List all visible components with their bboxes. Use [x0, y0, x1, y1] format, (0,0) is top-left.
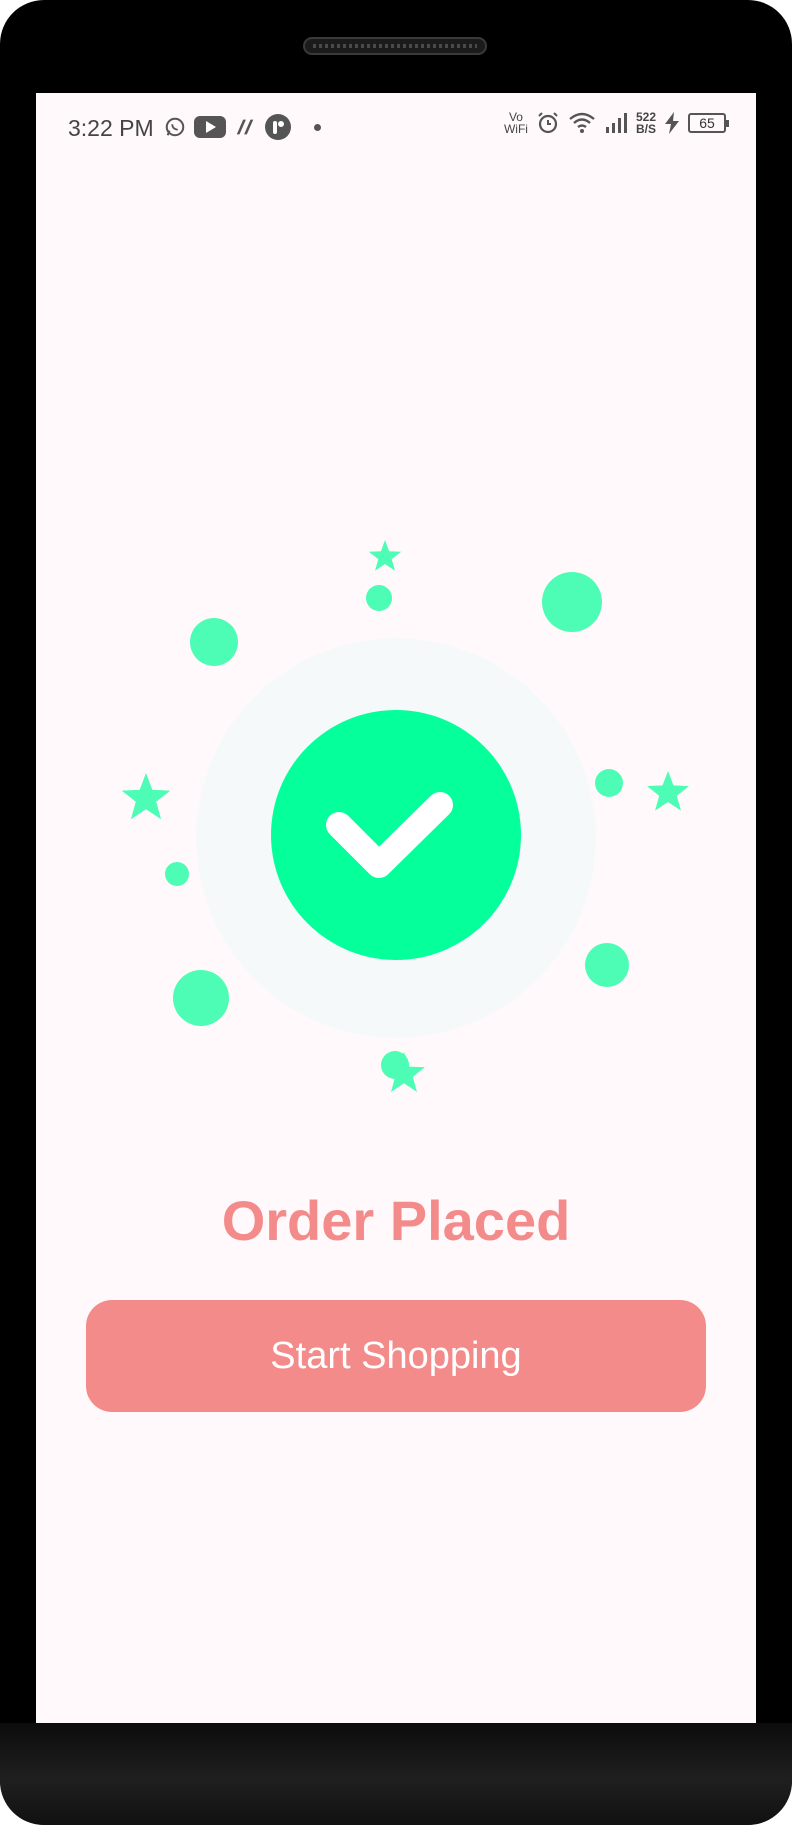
- confetti-dot: [542, 572, 602, 632]
- confetti-dot: [366, 585, 392, 611]
- speaker-grille: [303, 37, 487, 55]
- star-icon: [647, 771, 689, 811]
- phone-frame: 3:22 PM Vo WiFi 522 B/S 65 Order Placed …: [0, 0, 792, 1825]
- screen: 3:22 PM Vo WiFi 522 B/S 65 Order Placed …: [36, 93, 756, 1733]
- start-shopping-button[interactable]: Start Shopping: [86, 1300, 706, 1412]
- confetti-dot: [585, 943, 629, 987]
- star-icon: [121, 773, 171, 820]
- confetti-dot: [190, 618, 238, 666]
- order-success-illustration: [121, 540, 689, 1092]
- star-icon: [368, 540, 402, 571]
- phone-bottom-bezel: [0, 1723, 792, 1825]
- confetti-dot: [595, 769, 623, 797]
- confetti-dot: [173, 970, 229, 1026]
- order-placed-title: Order Placed: [221, 1189, 571, 1252]
- confetti-dot: [165, 862, 189, 886]
